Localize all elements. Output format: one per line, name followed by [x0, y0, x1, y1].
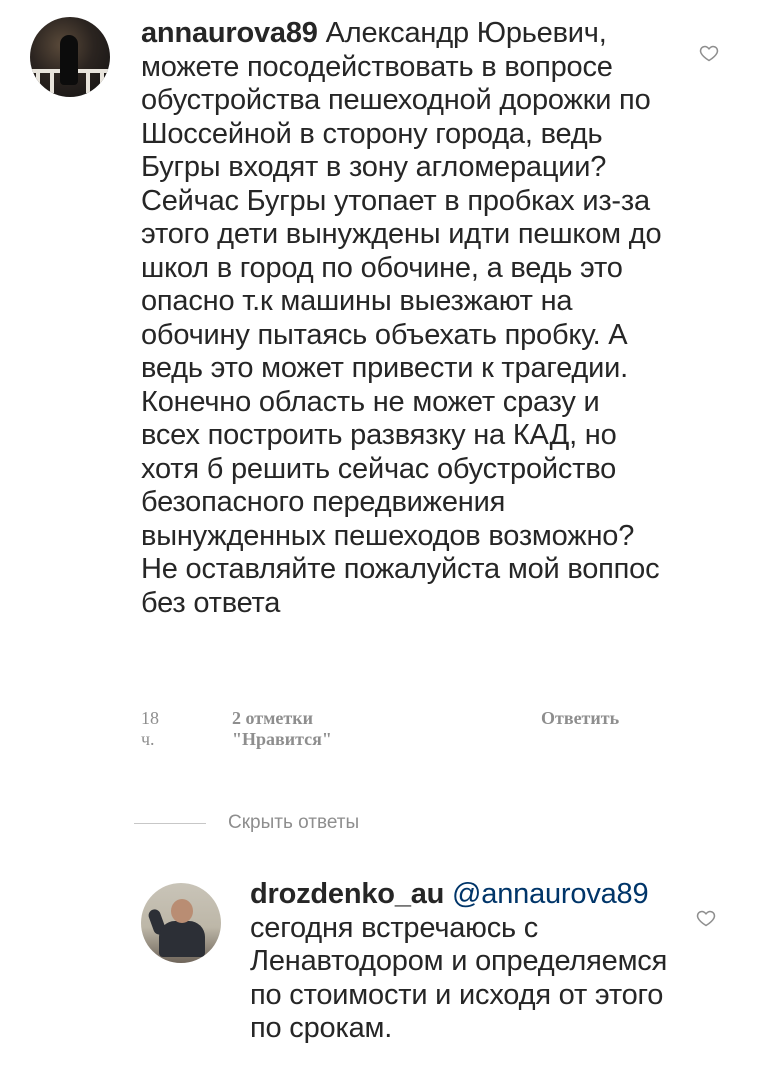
avatar[interactable]	[30, 17, 110, 97]
reply-button[interactable]: Ответить	[541, 706, 637, 731]
hide-replies-toggle[interactable]: Скрыть ответы	[134, 808, 359, 838]
avatar[interactable]	[141, 883, 221, 963]
comment-body: сегодня встречаюсь с Ленавтодором и опре…	[250, 911, 668, 1045]
comment-text: annaurova89 Александр Юрьевич, можете по…	[141, 17, 666, 620]
hide-replies-label: Скрыть ответы	[228, 812, 360, 833]
comment-username[interactable]: drozdenko_au	[250, 878, 444, 910]
divider-line	[134, 822, 206, 824]
heart-icon[interactable]	[696, 908, 716, 928]
comment-body: Александр Юрьевич, можете посодействоват…	[141, 17, 662, 619]
comment-text: drozdenko_au @annaurova89 сегодня встреч…	[250, 878, 680, 1046]
mention-link[interactable]: @annaurova89	[452, 878, 649, 910]
comment-username[interactable]: annaurova89	[141, 17, 318, 49]
comment-timestamp: 18 ч.	[141, 708, 159, 749]
heart-icon[interactable]	[699, 43, 719, 63]
likes-count-link[interactable]: 2 отметки "Нравится"	[232, 708, 332, 750]
